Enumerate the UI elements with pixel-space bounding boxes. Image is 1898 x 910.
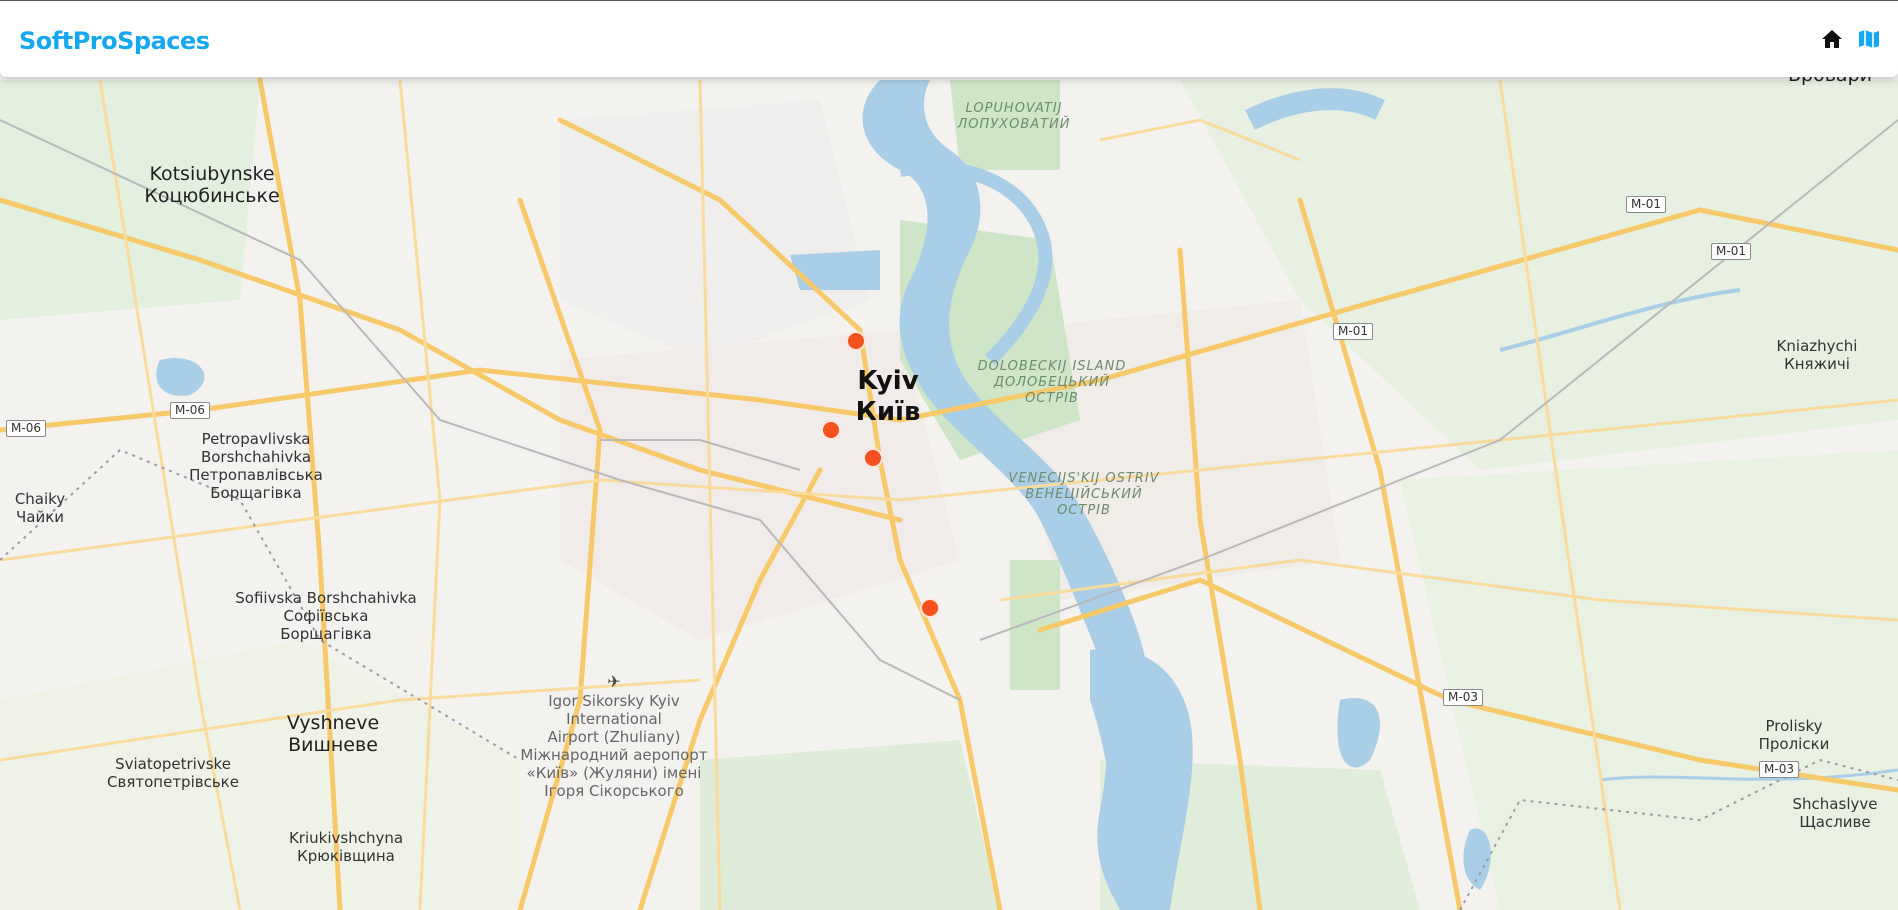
- airport-icon: ✈: [607, 674, 621, 691]
- space-marker[interactable]: [821, 420, 841, 440]
- label-kotsiubynske: Kotsiubynske Коцюбинське: [144, 163, 280, 207]
- label-kniazhychi: Kniazhychi Княжичі: [1776, 337, 1858, 373]
- label-lopukhovatyi: LOPUHOVATIJ ЛОПУХОВАТИЙ: [957, 101, 1071, 132]
- label-sofiivska: Sofiivska Borshchahivka Софіївська Борщагі…: [235, 589, 417, 643]
- label-venetsiiskyi: VENECIJS'KIJ OSTRIV ВЕНЕЦІЙСЬКИЙ ОСТРІВ: [1008, 471, 1160, 518]
- app-header: SoftProSpaces: [0, 0, 1898, 77]
- space-marker[interactable]: [863, 448, 883, 468]
- label-kriukivshchyna: Kriukivshchyna Крюківщина: [288, 829, 404, 865]
- label-kyiv: Kyiv Київ: [855, 366, 921, 427]
- road-shield-m01: M-01: [1333, 323, 1373, 340]
- space-marker[interactable]: [846, 331, 866, 351]
- brand-logo[interactable]: SoftProSpaces: [19, 27, 210, 55]
- map-icon[interactable]: [1857, 27, 1883, 53]
- label-sviatopetrivske: Sviatopetrivske Святопетрівське: [107, 755, 239, 791]
- road-shield-m01: M-01: [1626, 196, 1666, 213]
- road-shield-m03: M-03: [1443, 689, 1483, 706]
- home-icon[interactable]: [1820, 27, 1846, 53]
- label-shchaslyve: Shchaslyve Щасливе: [1792, 795, 1878, 831]
- road-shield-m01: M-01: [1711, 243, 1751, 260]
- road-shield-m06: M-06: [170, 402, 210, 419]
- label-petropavlivska: Petropavlivska Borshchahivka Петропавлівсь…: [189, 430, 323, 502]
- label-chaiky: Chaiky Чайки: [14, 490, 66, 526]
- road-shield-m03: M-03: [1759, 761, 1799, 778]
- map-canvas[interactable]: Kotsiubynske Коцюбинське Petropavlivska Bo…: [0, 0, 1898, 910]
- label-dolobetskyi: DOLOBECKIJ ISLAND ДОЛОБЕЦЬКИЙ ОСТРІВ: [977, 359, 1127, 406]
- road-shield-m06: M-06: [6, 420, 46, 437]
- label-prolisky: Prolisky Пролiски: [1758, 717, 1830, 753]
- label-vyshneve: Vyshneve Вишневе: [286, 712, 380, 756]
- label-airport: Igor Sikorsky Kyiv International Airport (…: [520, 692, 708, 800]
- space-marker[interactable]: [920, 598, 940, 618]
